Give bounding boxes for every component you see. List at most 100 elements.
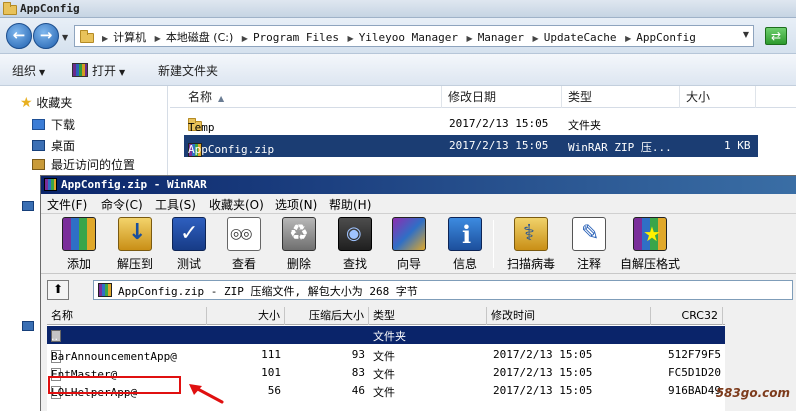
archive-column-name[interactable]: 名称 <box>47 307 207 325</box>
nav-desktop-label: 桌面 <box>51 139 76 153</box>
column-modified[interactable]: 修改日期 <box>442 86 562 108</box>
archive-column-crc[interactable]: CRC32 <box>651 307 723 325</box>
sfx-button[interactable]: 自解压格式 <box>615 217 685 273</box>
archive-column-packed[interactable]: 压缩后大小 <box>285 307 369 325</box>
open-label: 打开 <box>92 64 117 78</box>
extract-to-button[interactable]: 解压到 <box>105 217 165 273</box>
winrar-icon <box>44 178 57 191</box>
wizard-button[interactable]: 向导 <box>379 217 439 273</box>
archive-row-name-text: BarAnnouncementApp@ <box>51 350 177 363</box>
delete-button[interactable]: 删除 <box>269 217 329 273</box>
archive-column-modified[interactable]: 修改时间 <box>487 307 651 325</box>
nav-desktop[interactable]: 桌面 <box>32 137 75 154</box>
breadcrumb-updatecache[interactable]: UpdateCache <box>544 31 617 44</box>
column-name[interactable]: 名称 ▲ <box>182 86 442 108</box>
add-button[interactable]: 添加 <box>49 217 109 273</box>
computer-icon <box>22 321 34 331</box>
archive-row-crc: 916BAD49 <box>668 384 721 397</box>
explorer-title-bar: AppConfig <box>0 0 796 18</box>
file-list-header: 名称 ▲ 修改日期 类型 大小 <box>170 86 796 108</box>
nav-favorites[interactable]: ★ 收藏夹 <box>20 94 72 111</box>
file-modified: 2017/2/13 15:05 <box>449 139 549 152</box>
refresh-button[interactable]: ⇄ <box>765 27 787 45</box>
menu-favorites[interactable]: 收藏夹(O) <box>209 196 264 213</box>
recycle-bin-icon <box>282 217 316 251</box>
extract-to-label: 解压到 <box>116 257 153 271</box>
menu-tools[interactable]: 工具(S) <box>155 196 196 213</box>
menu-help[interactable]: 帮助(H) <box>329 196 371 213</box>
archive-list-header: 名称 大小 压缩后大小 类型 修改时间 CRC32 <box>47 307 725 325</box>
menu-options[interactable]: 选项(N) <box>275 196 317 213</box>
menu-commands[interactable]: 命令(C) <box>101 196 143 213</box>
archive-column-size[interactable]: 大小 <box>207 307 285 325</box>
nav-recent[interactable]: 最近访问的位置 <box>32 156 135 173</box>
column-name-label: 名称 <box>188 90 213 104</box>
breadcrumb-appconfig[interactable]: AppConfig <box>636 31 696 44</box>
archive-row-name-text: .. <box>51 330 58 343</box>
archive-column-type[interactable]: 类型 <box>369 307 487 325</box>
info-button[interactable]: 信息 <box>435 217 495 273</box>
recent-pages-dropdown-icon[interactable]: ▼ <box>62 33 68 42</box>
test-icon <box>172 217 206 251</box>
nav-downloads[interactable]: 下载 <box>32 116 75 133</box>
nav-downloads-label: 下载 <box>51 118 76 132</box>
new-folder-button[interactable]: 新建文件夹 <box>158 62 218 79</box>
file-name-text: AppConfig.zip <box>188 143 275 156</box>
winrar-path-bar: ⬆ AppConfig.zip - ZIP 压缩文件, 解包大小为 268 字节 <box>41 275 796 303</box>
view-label: 查看 <box>231 257 256 271</box>
archive-row-parent[interactable]: .. 文件夹 <box>47 326 725 344</box>
forward-button[interactable]: → <box>33 23 59 49</box>
archive-row-crc: FC5D1D20 <box>668 366 721 379</box>
breadcrumb-program-files[interactable]: Program Files <box>253 31 339 44</box>
comment-button[interactable]: 注释 <box>559 217 619 273</box>
menu-file[interactable]: 文件(F) <box>47 196 87 213</box>
library-icon <box>22 201 34 211</box>
nav-recent-label: 最近访问的位置 <box>51 158 136 172</box>
file-name-text: Temp <box>188 121 215 134</box>
breadcrumb-yileyoo-manager[interactable]: Yileyoo Manager <box>359 31 458 44</box>
archive-path-text: AppConfig.zip - ZIP 压缩文件, 解包大小为 268 字节 <box>118 285 418 298</box>
back-button[interactable]: ← <box>6 23 32 49</box>
address-bar[interactable]: ▶ 计算机 ▶ 本地磁盘 (C:) ▶ Program Files ▶ Yileyoo … <box>74 25 754 47</box>
comment-label: 注释 <box>576 257 601 271</box>
downloads-icon <box>32 119 45 130</box>
file-size: 1 KB <box>724 139 751 152</box>
wizard-icon <box>392 217 426 251</box>
open-button[interactable]: 打开 ▼ <box>72 62 125 79</box>
archive-file-list: 名称 大小 压缩后大小 类型 修改时间 CRC32 .. 文件夹 BarAnno… <box>47 307 725 411</box>
nav-favorites-label: 收藏夹 <box>36 96 73 110</box>
explorer-title: AppConfig <box>20 2 80 15</box>
archive-path-field[interactable]: AppConfig.zip - ZIP 压缩文件, 解包大小为 268 字节 <box>93 280 793 300</box>
sfx-icon <box>633 217 667 251</box>
wizard-label: 向导 <box>396 257 421 271</box>
archive-row-size: 111 <box>261 348 281 361</box>
view-button[interactable]: 查看 <box>214 217 274 273</box>
archive-row-barannouncementapp[interactable]: BarAnnouncementApp@ 111 93 文件 2017/2/13 … <box>47 346 725 364</box>
file-row-appconfig-zip[interactable]: AppConfig.zip 2017/2/13 15:05 WinRAR ZIP… <box>184 135 758 157</box>
info-icon <box>448 217 482 251</box>
watermark: 583go.com <box>715 386 790 400</box>
find-button[interactable]: 查找 <box>325 217 385 273</box>
archive-row-modified: 2017/2/13 15:05 <box>493 366 593 379</box>
view-glasses-icon <box>227 217 261 251</box>
file-row-temp[interactable]: Temp 2017/2/13 15:05 文件夹 <box>184 113 758 135</box>
breadcrumb-computer[interactable]: 计算机 <box>113 31 146 44</box>
scan-virus-button[interactable]: 扫描病毒 <box>501 217 561 273</box>
archive-row-modified: 2017/2/13 15:05 <box>493 384 593 397</box>
archive-row-type: 文件 <box>373 368 395 381</box>
organize-button[interactable]: 组织 ▼ <box>12 62 45 79</box>
breadcrumb-local-disk[interactable]: 本地磁盘 (C:) <box>166 31 233 44</box>
column-type[interactable]: 类型 <box>562 86 680 108</box>
up-folder-button[interactable]: ⬆ <box>47 280 69 300</box>
sort-ascending-icon: ▲ <box>218 94 225 103</box>
column-size[interactable]: 大小 <box>680 86 756 108</box>
explorer-toolbar: 组织 ▼ 打开 ▼ 新建文件夹 <box>0 54 796 86</box>
extract-icon <box>118 217 152 251</box>
organize-label: 组织 <box>12 64 37 78</box>
breadcrumb-manager[interactable]: Manager <box>478 31 524 44</box>
test-button[interactable]: 测试 <box>159 217 219 273</box>
winrar-menu-bar: 文件(F) 命令(C) 工具(S) 收藏夹(O) 选项(N) 帮助(H) <box>41 194 796 214</box>
address-dropdown-icon[interactable]: ▼ <box>743 30 749 39</box>
address-row: ← → ▼ ▶ 计算机 ▶ 本地磁盘 (C:) ▶ Program Files ▶ Yi… <box>0 18 796 54</box>
info-label: 信息 <box>452 257 477 271</box>
